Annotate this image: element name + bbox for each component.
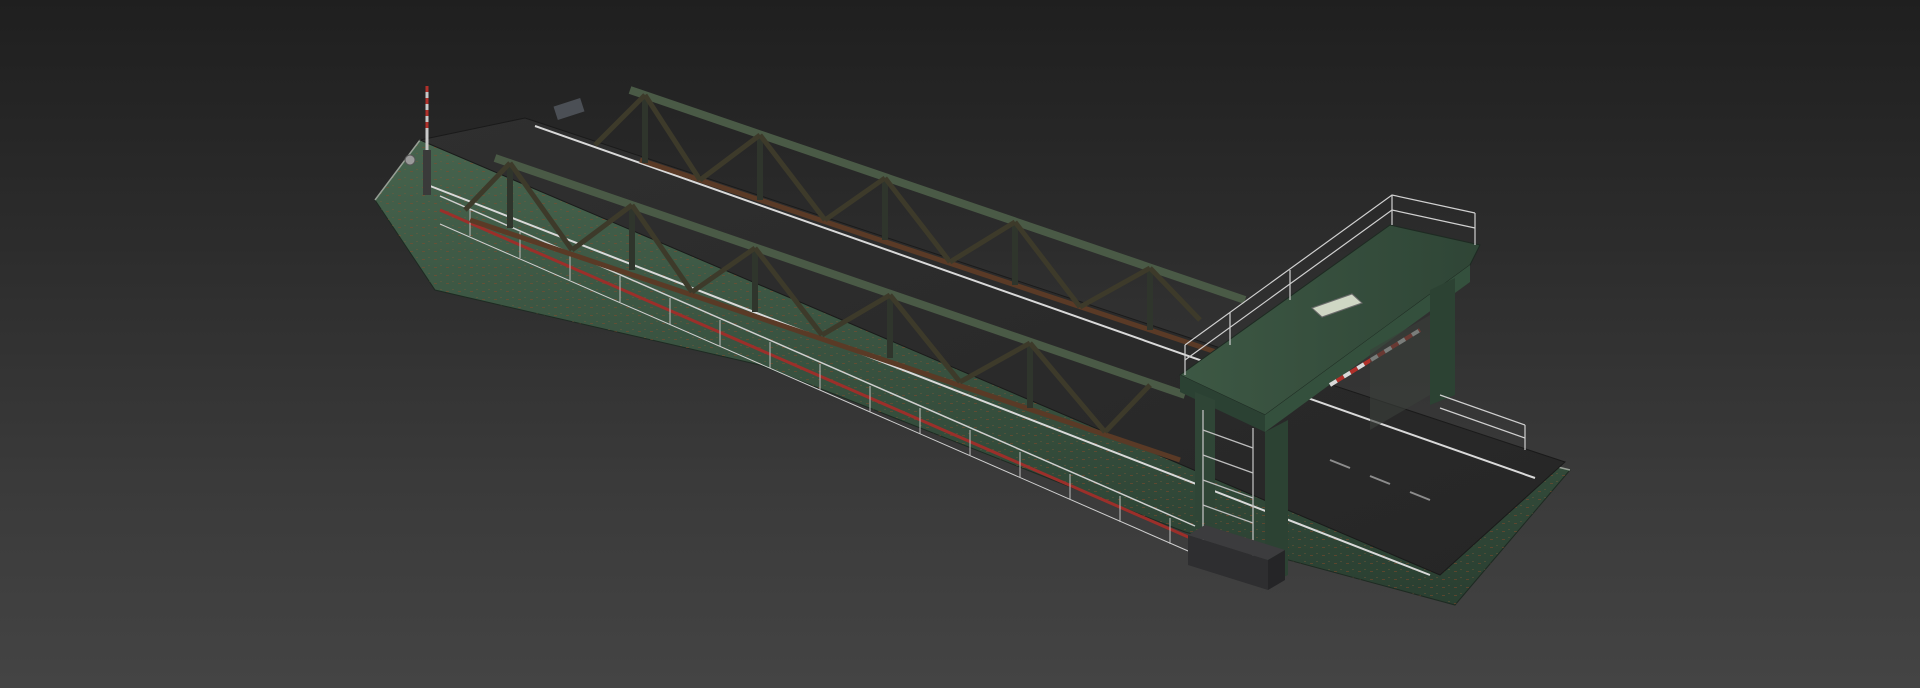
bridge-render xyxy=(374,86,1571,606)
viewport xyxy=(0,0,1920,688)
deck-winch xyxy=(553,98,585,120)
